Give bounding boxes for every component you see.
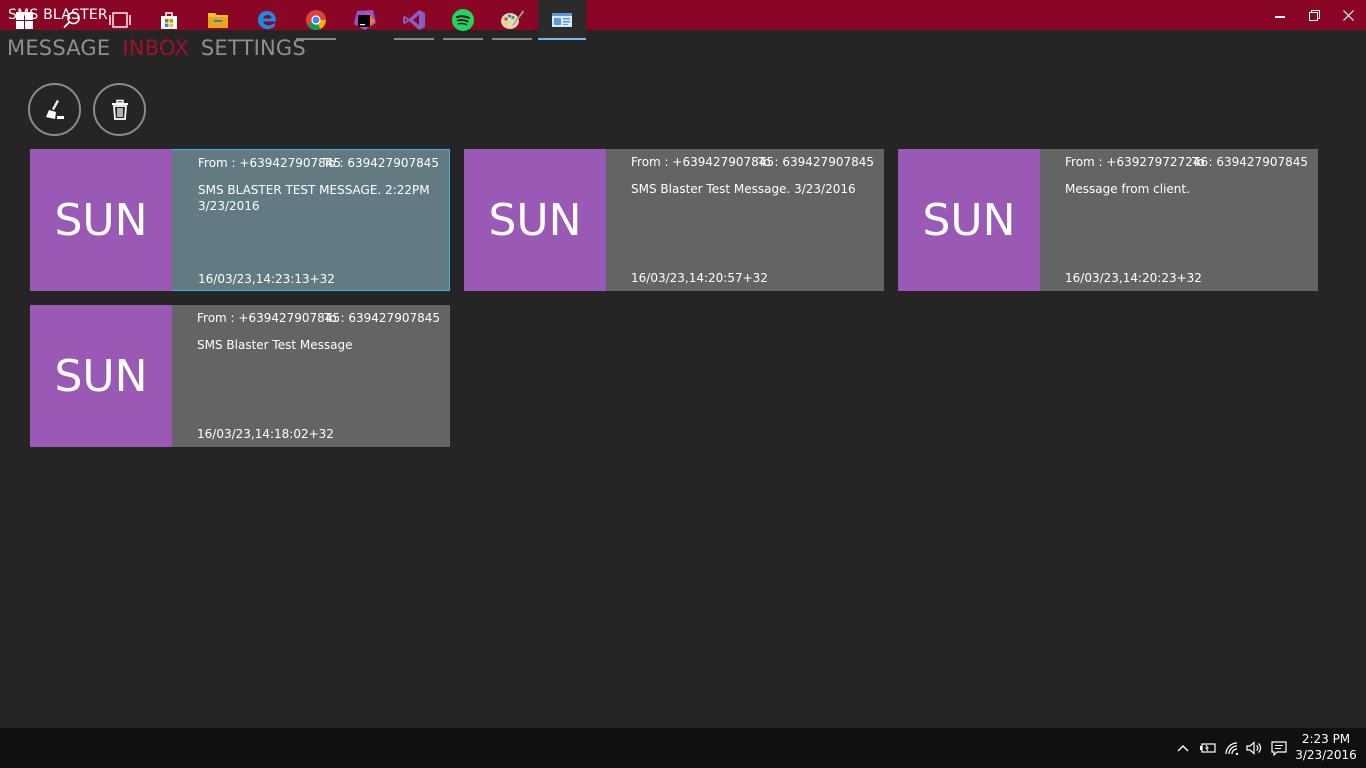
edge-icon — [258, 11, 277, 29]
delete-button[interactable] — [93, 83, 146, 136]
file-explorer-icon — [208, 13, 228, 28]
taskbar-chrome[interactable] — [292, 0, 340, 40]
maximize-button[interactable] — [1297, 0, 1331, 30]
message-to: To : 639427907845 — [323, 156, 439, 170]
message-timestamp: 16/03/23,14:20:57+32 — [631, 271, 768, 285]
message-card[interactable]: SUN From : +639427907845 To : 6394279078… — [30, 149, 450, 291]
trash-icon — [111, 99, 128, 120]
taskbar-paint[interactable] — [488, 0, 536, 40]
wifi-icon — [1225, 742, 1239, 755]
taskbar-visual-studio[interactable] — [390, 0, 438, 40]
message-to: To : 639427907845 — [758, 155, 874, 169]
task-view-button[interactable] — [96, 0, 144, 40]
message-body: SMS BLASTER TEST MESSAGE. 2:22PM 3/23/20… — [198, 183, 430, 213]
spotify-icon — [452, 9, 474, 31]
minimize-button[interactable] — [1263, 0, 1297, 30]
sms-blaster-app-icon — [552, 13, 572, 27]
carrier-tile: SUN — [464, 149, 606, 291]
taskbar-search[interactable] — [48, 0, 96, 40]
message-card[interactable]: SUN From : +639427907845 To : 6394279078… — [30, 305, 450, 447]
taskbar-edge[interactable] — [243, 0, 291, 40]
restore-icon — [1308, 9, 1320, 21]
volume-button[interactable] — [1244, 728, 1264, 768]
network-button[interactable] — [1221, 728, 1243, 768]
message-card[interactable]: SUN From : +639279727246 To : 6394279078… — [898, 149, 1318, 291]
broom-icon — [45, 99, 64, 119]
message-body: SMS Blaster Test Message. 3/23/2016 — [631, 182, 856, 196]
taskbar-clock[interactable]: 2:23 PM 3/23/2016 — [1294, 731, 1358, 763]
message-from: From : +639427907845 — [197, 311, 341, 325]
carrier-tile: SUN — [898, 149, 1040, 291]
message-body: Message from client. — [1065, 182, 1190, 196]
message-body: SMS Blaster Test Message — [197, 338, 353, 352]
taskbar-sms-blaster[interactable] — [538, 0, 586, 40]
message-from: From : +639279727246 — [1065, 155, 1209, 169]
close-button[interactable] — [1331, 0, 1365, 30]
message-to: To : 639427907845 — [1192, 155, 1308, 169]
message-timestamp: 16/03/23,14:18:02+32 — [197, 427, 334, 441]
taskbar-file-explorer[interactable] — [194, 0, 242, 40]
paint-icon — [501, 10, 524, 29]
clock-time: 2:23 PM — [1301, 732, 1351, 746]
store-icon — [161, 12, 177, 29]
message-timestamp: 16/03/23,14:23:13+32 — [198, 272, 335, 286]
task-view-icon — [109, 12, 131, 28]
message-card[interactable]: SUN From : +639427907845 To : 6394279078… — [464, 149, 884, 291]
close-icon — [1342, 9, 1354, 21]
battery-button[interactable] — [1196, 728, 1218, 768]
message-from: From : +639427907845 — [198, 156, 342, 170]
visual-studio-icon — [403, 10, 425, 30]
message-timestamp: 16/03/23,14:20:23+32 — [1065, 271, 1202, 285]
taskbar-spotify[interactable] — [439, 0, 487, 40]
clear-button[interactable] — [28, 83, 81, 136]
chrome-icon — [306, 10, 327, 31]
chevron-up-icon — [1177, 745, 1189, 752]
battery-icon — [1200, 743, 1216, 753]
search-icon — [63, 11, 80, 29]
clock-date: 3/23/2016 — [1295, 748, 1357, 762]
windows-start-icon — [15, 11, 33, 29]
taskbar-phpstorm[interactable] — [341, 0, 389, 40]
carrier-tile: SUN — [30, 305, 172, 447]
message-to: To : 639427907845 — [324, 311, 440, 325]
carrier-tile: SUN — [30, 149, 172, 291]
action-center-button[interactable] — [1268, 728, 1290, 768]
volume-icon — [1246, 741, 1262, 755]
show-hidden-icons-button[interactable] — [1174, 728, 1192, 768]
taskbar-store[interactable] — [145, 0, 193, 40]
start-button[interactable] — [0, 0, 48, 40]
taskbar — [0, 728, 1366, 768]
phpstorm-icon — [354, 10, 376, 30]
message-from: From : +639427907845 — [631, 155, 775, 169]
notification-icon — [1271, 740, 1287, 756]
